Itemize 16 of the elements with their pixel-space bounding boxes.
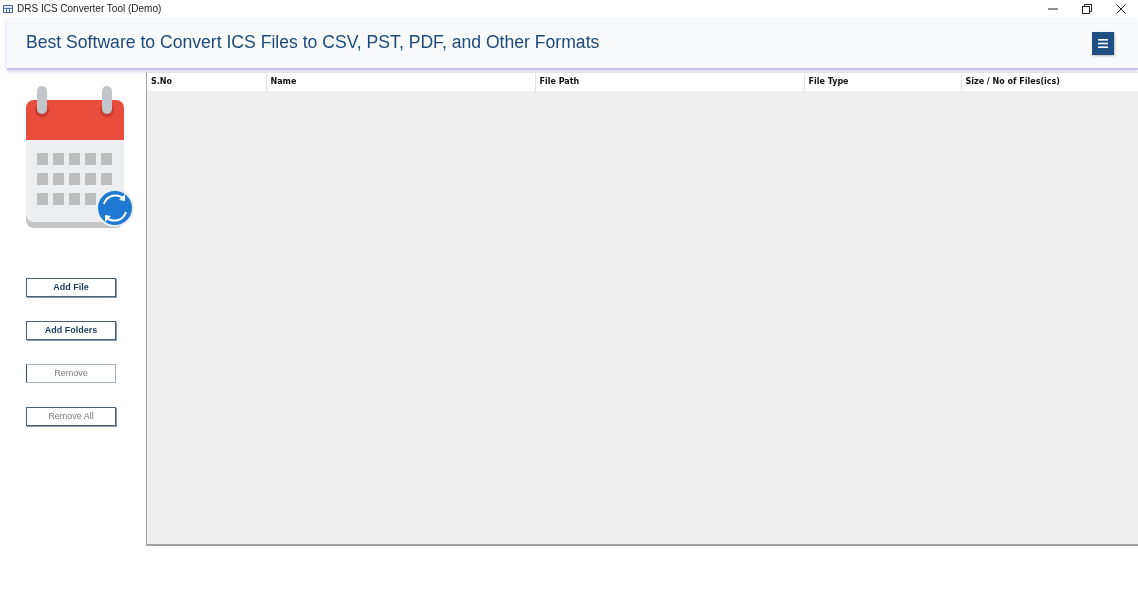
- column-header[interactable]: Name: [266, 73, 535, 91]
- menu-icon: [1098, 38, 1108, 48]
- add-button[interactable]: Add Folders: [26, 321, 116, 340]
- header-title: Best Software to Convert ICS Files to CSV, PST, PDF, and Other Formats: [26, 32, 600, 54]
- window-title: DRS ICS Converter Tool (Demo): [17, 3, 162, 15]
- close-icon: [1116, 4, 1126, 14]
- column-header[interactable]: Size / No of Files(ics): [961, 73, 1138, 91]
- column-header[interactable]: S.No: [147, 73, 266, 91]
- column-header[interactable]: File Path: [535, 73, 804, 91]
- calendar-sync-icon: [26, 86, 134, 231]
- menu-button[interactable]: [1092, 31, 1114, 55]
- remove-button[interactable]: Remove All: [26, 407, 116, 426]
- add-button[interactable]: Add File: [26, 278, 116, 297]
- column-header[interactable]: File Type: [804, 73, 961, 91]
- restore-icon: [1082, 4, 1092, 14]
- app-icon: [3, 5, 13, 13]
